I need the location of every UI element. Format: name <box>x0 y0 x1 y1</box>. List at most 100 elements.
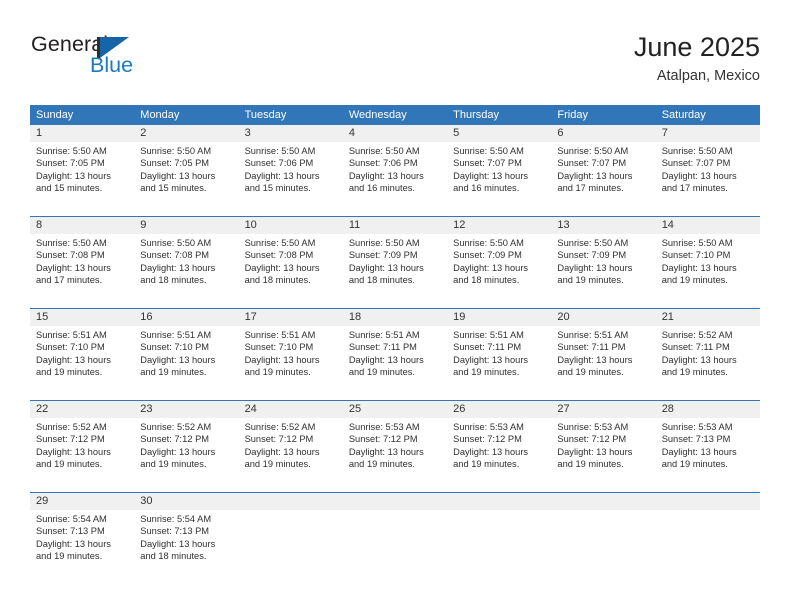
weekday-header-monday: Monday <box>134 105 239 126</box>
day-details: Sunrise: 5:51 AM Sunset: 7:10 PM Daylight:… <box>239 326 343 378</box>
day-details: Sunrise: 5:54 AM Sunset: 7:13 PM Daylight:… <box>30 510 134 562</box>
day-cell-content: 6 Sunrise: 5:50 AM Sunset: 7:07 PM Daylight… <box>551 125 656 216</box>
calendar-day-cell-empty <box>447 492 552 585</box>
calendar-day-cell[interactable]: 9 Sunrise: 5:50 AM Sunset: 7:08 PM Daylight… <box>134 216 239 309</box>
calendar-day-cell[interactable]: 27 Sunrise: 5:53 AM Sunset: 7:12 PM Dayligh… <box>551 400 656 493</box>
day-cell-content: 22 Sunrise: 5:52 AM Sunset: 7:12 PM Dayligh… <box>30 401 135 492</box>
calendar-day-cell[interactable]: 3 Sunrise: 5:50 AM Sunset: 7:06 PM Daylight… <box>238 125 343 217</box>
day-details: Sunrise: 5:50 AM Sunset: 7:09 PM Daylight:… <box>343 234 447 286</box>
daylight-text-line1: Daylight: 13 hours <box>244 446 320 457</box>
sunrise-text: Sunrise: 5:50 AM <box>661 146 733 157</box>
day-number-band <box>238 493 343 511</box>
sunrise-text: Sunrise: 5:51 AM <box>557 330 629 341</box>
calendar-day-cell[interactable]: 22 Sunrise: 5:52 AM Sunset: 7:12 PM Dayligh… <box>30 400 135 493</box>
calendar-day-cell[interactable]: 15 Sunrise: 5:51 AM Sunset: 7:10 PM Dayligh… <box>30 308 135 401</box>
day-cell-content: 13 Sunrise: 5:50 AM Sunset: 7:09 PM Dayligh… <box>551 217 656 308</box>
day-cell-content: 11 Sunrise: 5:50 AM Sunset: 7:09 PM Dayligh… <box>342 217 448 308</box>
calendar-day-cell[interactable]: 20 Sunrise: 5:51 AM Sunset: 7:11 PM Dayligh… <box>551 308 656 401</box>
calendar-day-cell[interactable]: 11 Sunrise: 5:50 AM Sunset: 7:09 PM Dayligh… <box>342 216 448 309</box>
sunrise-text: Sunrise: 5:51 AM <box>348 330 420 341</box>
calendar-day-cell[interactable]: 21 Sunrise: 5:52 AM Sunset: 7:11 PM Dayligh… <box>655 308 760 401</box>
day-number-band: 10 <box>238 217 343 235</box>
day-number: 27 <box>557 403 570 416</box>
day-number-band: 23 <box>134 401 239 419</box>
weekday-header-tuesday: Tuesday <box>238 105 343 126</box>
title-block: June 2025 Atalpan, Mexico <box>634 32 760 85</box>
calendar-day-cell[interactable]: 25 Sunrise: 5:53 AM Sunset: 7:12 PM Dayligh… <box>342 400 448 493</box>
day-details: Sunrise: 5:50 AM Sunset: 7:06 PM Daylight:… <box>343 142 447 194</box>
calendar-day-cell[interactable]: 2 Sunrise: 5:50 AM Sunset: 7:05 PM Daylight… <box>134 125 239 217</box>
weekday-header-friday: Friday <box>551 105 656 126</box>
sunrise-text: Sunrise: 5:50 AM <box>453 146 524 157</box>
day-number: 6 <box>557 127 564 140</box>
day-number-band: 9 <box>134 217 239 235</box>
day-cell-content: 21 Sunrise: 5:52 AM Sunset: 7:11 PM Dayligh… <box>655 309 760 400</box>
day-number-band: 2 <box>134 125 239 143</box>
calendar-day-cell[interactable]: 23 Sunrise: 5:52 AM Sunset: 7:12 PM Dayligh… <box>134 400 239 493</box>
calendar-day-cell[interactable]: 14 Sunrise: 5:50 AM Sunset: 7:10 PM Dayligh… <box>655 216 760 309</box>
sunset-text: Sunset: 7:07 PM <box>453 158 522 169</box>
sunrise-text: Sunrise: 5:51 AM <box>140 330 212 341</box>
general-blue-logo[interactable]: General Blue <box>31 33 161 86</box>
weekday-header-saturday: Saturday <box>655 105 760 126</box>
daylight-text-line1: Daylight: 13 hours <box>140 262 216 273</box>
calendar-day-cell[interactable]: 10 Sunrise: 5:50 AM Sunset: 7:08 PM Dayligh… <box>238 216 343 309</box>
daylight-text-line1: Daylight: 13 hours <box>557 170 633 181</box>
day-number: 7 <box>661 127 668 140</box>
sunset-text: Sunset: 7:11 PM <box>557 342 626 353</box>
day-details: Sunrise: 5:52 AM Sunset: 7:11 PM Daylight:… <box>656 326 760 378</box>
sunset-text: Sunset: 7:10 PM <box>661 250 731 261</box>
daylight-text-line1: Daylight: 13 hours <box>348 354 424 365</box>
day-details: Sunrise: 5:50 AM Sunset: 7:07 PM Daylight:… <box>656 142 760 194</box>
calendar-day-cell[interactable]: 8 Sunrise: 5:50 AM Sunset: 7:08 PM Daylight… <box>30 216 135 309</box>
day-number: 14 <box>661 219 674 232</box>
daylight-text-line2: and 18 minutes. <box>244 274 311 285</box>
calendar-day-cell[interactable]: 5 Sunrise: 5:50 AM Sunset: 7:07 PM Daylight… <box>447 125 552 217</box>
daylight-text-line2: and 19 minutes. <box>244 366 311 377</box>
calendar-day-cell[interactable]: 4 Sunrise: 5:50 AM Sunset: 7:06 PM Daylight… <box>342 125 448 217</box>
calendar-day-cell[interactable]: 6 Sunrise: 5:50 AM Sunset: 7:07 PM Daylight… <box>551 125 656 217</box>
calendar-day-cell[interactable]: 16 Sunrise: 5:51 AM Sunset: 7:10 PM Dayligh… <box>134 308 239 401</box>
page-title: June 2025 <box>633 32 760 62</box>
calendar-day-cell[interactable]: 29 Sunrise: 5:54 AM Sunset: 7:13 PM Dayligh… <box>30 492 135 585</box>
day-number-band: 12 <box>447 217 552 235</box>
calendar-day-cell[interactable]: 17 Sunrise: 5:51 AM Sunset: 7:10 PM Dayligh… <box>238 308 343 401</box>
daylight-text-line2: and 17 minutes. <box>557 182 624 193</box>
sunset-text: Sunset: 7:12 PM <box>140 434 210 445</box>
daylight-text-line1: Daylight: 13 hours <box>348 170 424 181</box>
day-cell-content: 25 Sunrise: 5:53 AM Sunset: 7:12 PM Dayligh… <box>342 401 448 492</box>
day-cell-content: 14 Sunrise: 5:50 AM Sunset: 7:10 PM Dayligh… <box>655 217 760 308</box>
day-number-band: 28 <box>655 401 760 419</box>
sunrise-text: Sunrise: 5:50 AM <box>244 238 316 249</box>
day-cell-content: 28 Sunrise: 5:53 AM Sunset: 7:13 PM Dayligh… <box>655 401 760 492</box>
calendar-day-cell[interactable]: 28 Sunrise: 5:53 AM Sunset: 7:13 PM Dayligh… <box>655 400 760 493</box>
calendar-day-cell[interactable]: 26 Sunrise: 5:53 AM Sunset: 7:12 PM Dayligh… <box>447 400 552 493</box>
calendar-day-cell[interactable]: 13 Sunrise: 5:50 AM Sunset: 7:09 PM Dayligh… <box>551 216 656 309</box>
day-details: Sunrise: 5:53 AM Sunset: 7:12 PM Daylight:… <box>343 418 447 470</box>
day-details: Sunrise: 5:53 AM Sunset: 7:13 PM Daylight:… <box>656 418 760 470</box>
sunset-text: Sunset: 7:13 PM <box>140 526 210 537</box>
day-number-band: 16 <box>134 309 239 327</box>
sunrise-text: Sunrise: 5:54 AM <box>36 514 107 525</box>
calendar-day-cell[interactable]: 7 Sunrise: 5:50 AM Sunset: 7:07 PM Daylight… <box>655 125 760 217</box>
day-details: Sunrise: 5:50 AM Sunset: 7:10 PM Daylight:… <box>656 234 760 286</box>
daylight-text-line2: and 19 minutes. <box>348 458 415 469</box>
calendar-day-cell[interactable]: 18 Sunrise: 5:51 AM Sunset: 7:11 PM Dayligh… <box>342 308 448 401</box>
calendar-day-cell[interactable]: 30 Sunrise: 5:54 AM Sunset: 7:13 PM Dayligh… <box>134 492 239 585</box>
calendar-day-cell[interactable]: 12 Sunrise: 5:50 AM Sunset: 7:09 PM Dayligh… <box>447 216 552 309</box>
calendar-day-cell[interactable]: 1 Sunrise: 5:50 AM Sunset: 7:05 PM Daylight… <box>30 125 135 217</box>
empty-day-cell <box>447 493 552 584</box>
calendar-week-row: 22 Sunrise: 5:52 AM Sunset: 7:12 PM Dayligh… <box>30 400 760 493</box>
day-number: 29 <box>36 495 49 508</box>
sunset-text: Sunset: 7:09 PM <box>557 250 627 261</box>
calendar-week-row: 8 Sunrise: 5:50 AM Sunset: 7:08 PM Daylight… <box>30 216 760 309</box>
calendar-day-cell[interactable]: 19 Sunrise: 5:51 AM Sunset: 7:11 PM Dayligh… <box>447 308 552 401</box>
calendar-day-cell-empty <box>238 492 343 585</box>
sunrise-text: Sunrise: 5:50 AM <box>348 238 420 249</box>
calendar-day-cell[interactable]: 24 Sunrise: 5:52 AM Sunset: 7:12 PM Dayligh… <box>238 400 343 493</box>
sunset-text: Sunset: 7:12 PM <box>557 434 627 445</box>
sunset-text: Sunset: 7:11 PM <box>453 342 522 353</box>
sunset-text: Sunset: 7:09 PM <box>453 250 522 261</box>
sunset-text: Sunset: 7:10 PM <box>244 342 314 353</box>
daylight-text-line2: and 19 minutes. <box>36 366 103 377</box>
